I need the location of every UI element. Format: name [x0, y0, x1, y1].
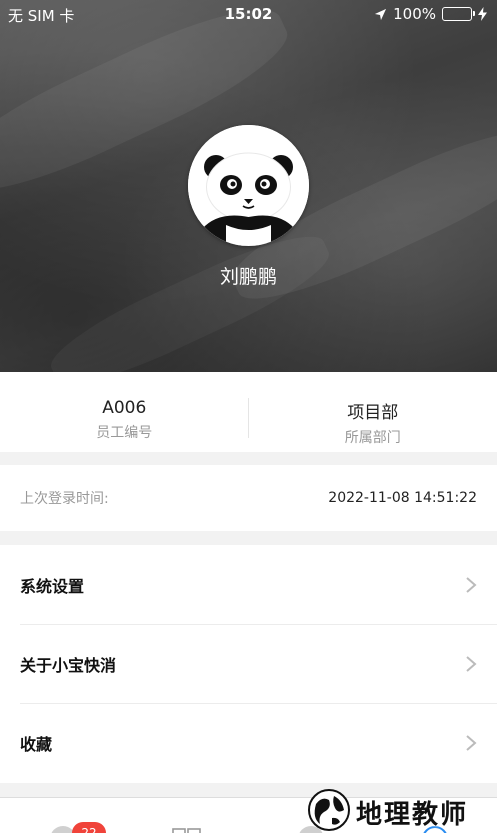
employee-id-label: 员工编号: [96, 425, 153, 441]
location-arrow-icon: [375, 8, 387, 20]
menu-item-label: 系统设置: [20, 576, 85, 596]
department-value: 项目部: [347, 403, 399, 423]
menu-item-label: 收藏: [20, 734, 53, 754]
department-label: 所属部门: [344, 430, 401, 446]
department-stat: 项目部 所属部门: [249, 372, 497, 452]
last-login-row: 上次登录时间: 2022-11-08 14:51:22: [0, 465, 497, 531]
charging-bolt-icon: [478, 7, 487, 21]
employee-id-value: A006: [102, 398, 147, 418]
watermark-text: 地理教师: [356, 800, 469, 830]
last-login-label: 上次登录时间:: [20, 491, 109, 507]
employee-id-stat: A006 员工编号: [0, 372, 249, 452]
user-name: 刘鹏鹏: [219, 266, 277, 288]
settings-menu: 系统设置 关于小宝快消 收藏: [0, 545, 497, 783]
panda-avatar-icon: [188, 125, 309, 246]
employee-stats: A006 员工编号 项目部 所属部门: [0, 372, 497, 452]
globe-logo-icon: [308, 789, 350, 831]
status-bar: 无 SIM 卡 15:02 100%: [0, 0, 497, 28]
menu-item-system-settings[interactable]: 系统设置: [0, 545, 497, 624]
chevron-right-icon: [466, 655, 477, 672]
stats-divider: [248, 398, 249, 438]
chevron-right-icon: [466, 576, 477, 593]
status-indicators: 100%: [374, 5, 487, 23]
notification-badge: 22: [72, 822, 106, 833]
avatar[interactable]: [188, 125, 309, 246]
last-login-value: 2022-11-08 14:51:22: [328, 490, 477, 506]
menu-item-favorites[interactable]: 收藏: [0, 703, 497, 782]
battery-icon: [442, 7, 475, 21]
tab-grid-icon[interactable]: [172, 828, 202, 833]
watermark: 地理教师: [300, 784, 497, 833]
chevron-right-icon: [466, 734, 477, 751]
menu-item-about[interactable]: 关于小宝快消: [0, 624, 497, 703]
battery-percent: 100%: [393, 5, 436, 23]
menu-item-label: 关于小宝快消: [20, 655, 117, 675]
profile-header: 无 SIM 卡 15:02 100% 刘鹏鹏: [0, 0, 497, 372]
